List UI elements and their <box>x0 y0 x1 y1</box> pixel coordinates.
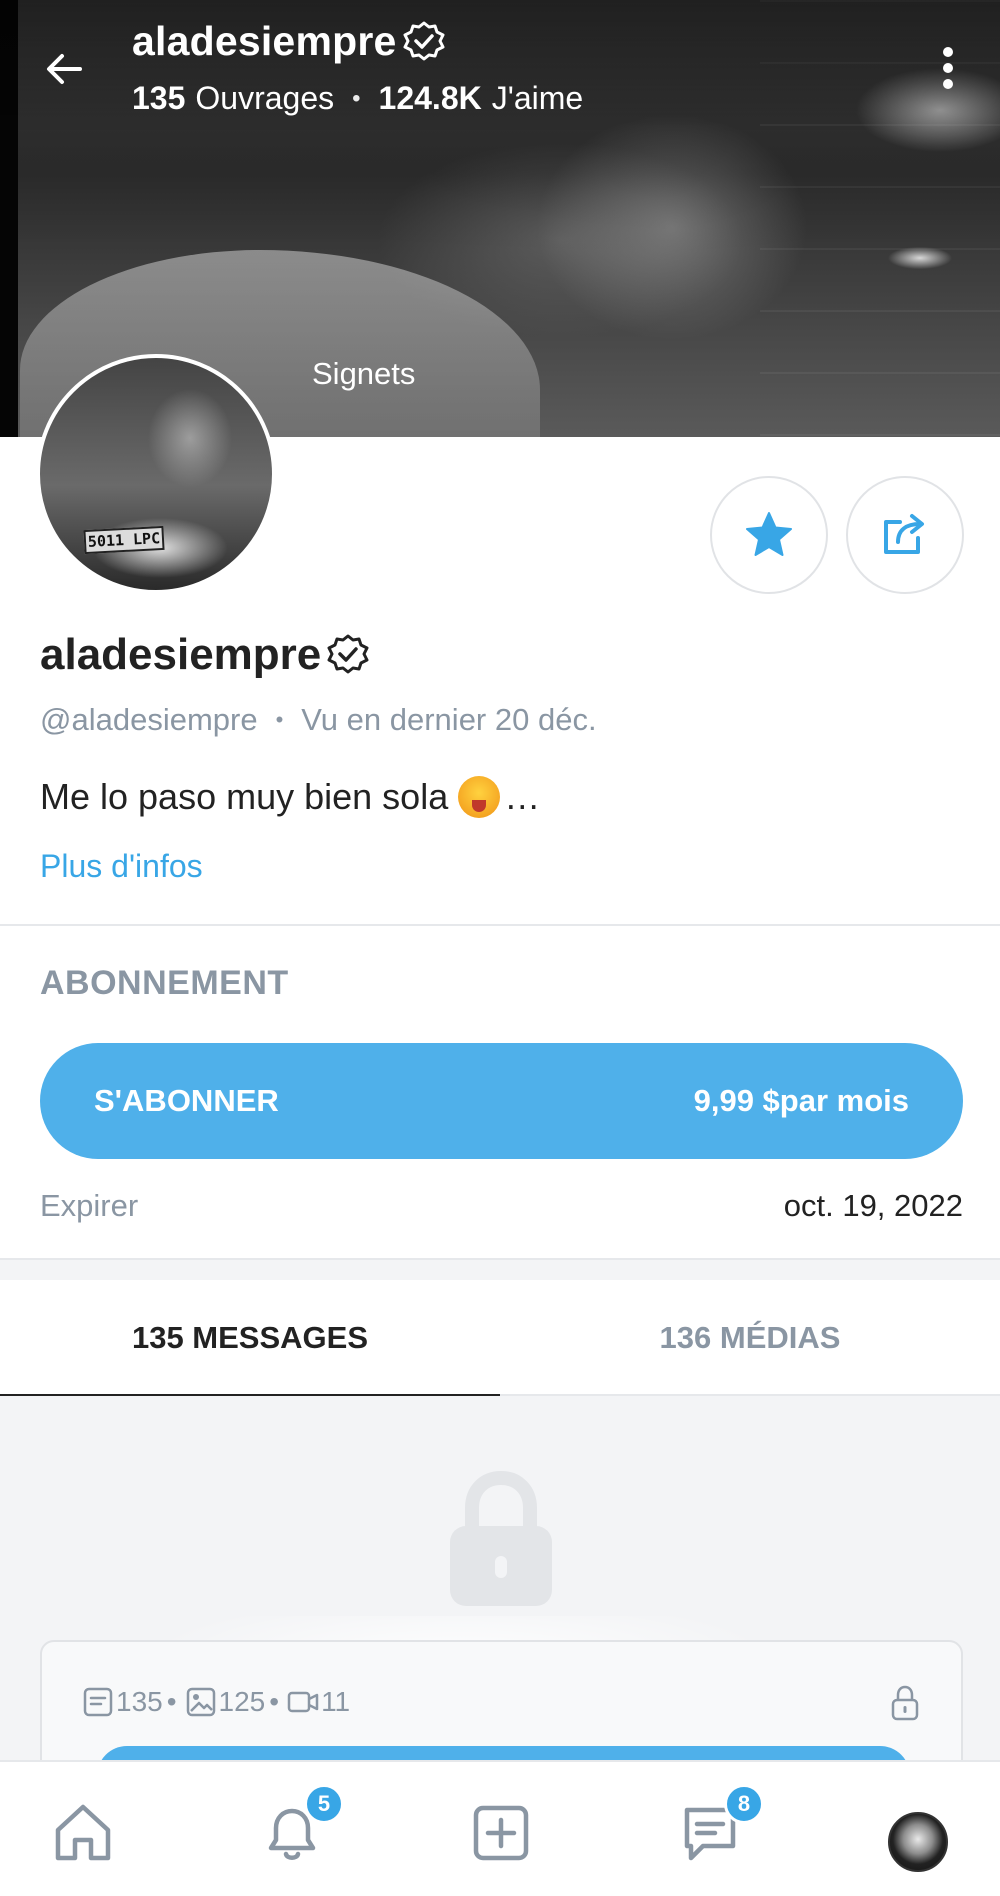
stats-separator: • <box>352 84 361 112</box>
video-icon <box>287 1691 319 1713</box>
avatar-license-plate: 5011 LPC <box>83 525 165 555</box>
last-seen: Vu en dernier 20 déc. <box>301 702 597 737</box>
counts-separator: • <box>269 1686 280 1717</box>
nav-home[interactable] <box>48 1798 118 1868</box>
profile-avatar[interactable]: 5011 LPC <box>36 354 276 594</box>
works-count: 135 <box>132 80 186 116</box>
verified-icon <box>327 634 369 674</box>
hot-face-emoji-icon <box>458 776 501 818</box>
verified-icon <box>403 21 444 60</box>
more-options-button[interactable] <box>930 44 966 92</box>
profile-handle: @aladesiempre <box>40 702 258 737</box>
add-icon <box>473 1805 529 1861</box>
tab-messages[interactable]: 135 MESSAGES <box>0 1280 500 1398</box>
works-label: Ouvrages <box>195 80 335 116</box>
notifications-badge: 5 <box>304 1784 344 1824</box>
post-icon <box>83 1687 113 1717</box>
more-info-link[interactable]: Plus d'infos <box>40 848 203 885</box>
home-icon <box>55 1804 111 1861</box>
unlock-button[interactable] <box>97 1746 910 1760</box>
more-vertical-icon <box>943 47 953 89</box>
share-icon <box>884 514 924 554</box>
subscription-heading: ABONNEMENT <box>40 964 289 1002</box>
nav-create-post[interactable] <box>466 1798 536 1868</box>
back-arrow-icon <box>47 54 82 84</box>
posts-count: 135 <box>116 1686 163 1717</box>
profile-name-row: aladesiempre <box>40 630 371 680</box>
likes-label: J'aime <box>491 80 584 116</box>
expire-row: Expirer oct. 19, 2022 <box>40 1188 963 1224</box>
star-icon <box>746 512 792 556</box>
profile-subline: @aladesiempre • Vu en dernier 20 déc. <box>40 702 597 738</box>
videos-count: 11 <box>321 1686 351 1717</box>
lock-icon <box>450 1470 552 1606</box>
locked-post-card: 135 • 125 • 11 <box>40 1640 963 1760</box>
subline-separator: • <box>275 707 284 732</box>
media-counts: 135 • 125 • 11 <box>82 1686 350 1718</box>
header-title-row: aladesiempre <box>132 18 447 65</box>
locked-content-area: 135 • 125 • 11 <box>0 1396 1000 1760</box>
header-stats: 135 Ouvrages • 124.8K J'aime <box>132 80 583 117</box>
images-count: 125 <box>218 1686 266 1717</box>
tab-media[interactable]: 136 MÉDIAS <box>500 1280 1000 1396</box>
back-button[interactable] <box>40 45 88 93</box>
divider <box>0 924 1000 926</box>
counts-separator: • <box>166 1686 177 1717</box>
bio-text: Me lo paso muy bien sola <box>40 776 449 817</box>
profile-bio: Me lo paso muy bien sola … <box>40 776 540 818</box>
favorite-button[interactable] <box>710 476 828 594</box>
subscribe-price: 9,99 $par mois <box>693 1083 909 1118</box>
nav-profile-avatar[interactable] <box>888 1812 948 1872</box>
lock-icon <box>891 1685 919 1721</box>
cover-signets-label: Signets <box>312 356 416 391</box>
image-icon <box>186 1687 215 1717</box>
subscribe-button[interactable]: S'ABONNER 9,99 $par mois <box>40 1043 963 1159</box>
bio-ellipsis: … <box>504 776 541 817</box>
expire-date: oct. 19, 2022 <box>783 1188 963 1223</box>
share-button[interactable] <box>846 476 964 594</box>
header-username: aladesiempre <box>132 18 397 64</box>
content-tabs: 135 MESSAGES 136 MÉDIAS <box>0 1280 1000 1398</box>
section-gap <box>0 1258 1000 1280</box>
bottom-navigation: 5 8 <box>0 1760 1000 1896</box>
messages-badge: 8 <box>724 1784 764 1824</box>
subscribe-label: S'ABONNER <box>94 1083 279 1118</box>
likes-count: 124.8K <box>378 80 482 116</box>
profile-display-name: aladesiempre <box>40 630 322 679</box>
expire-label: Expirer <box>40 1188 139 1223</box>
